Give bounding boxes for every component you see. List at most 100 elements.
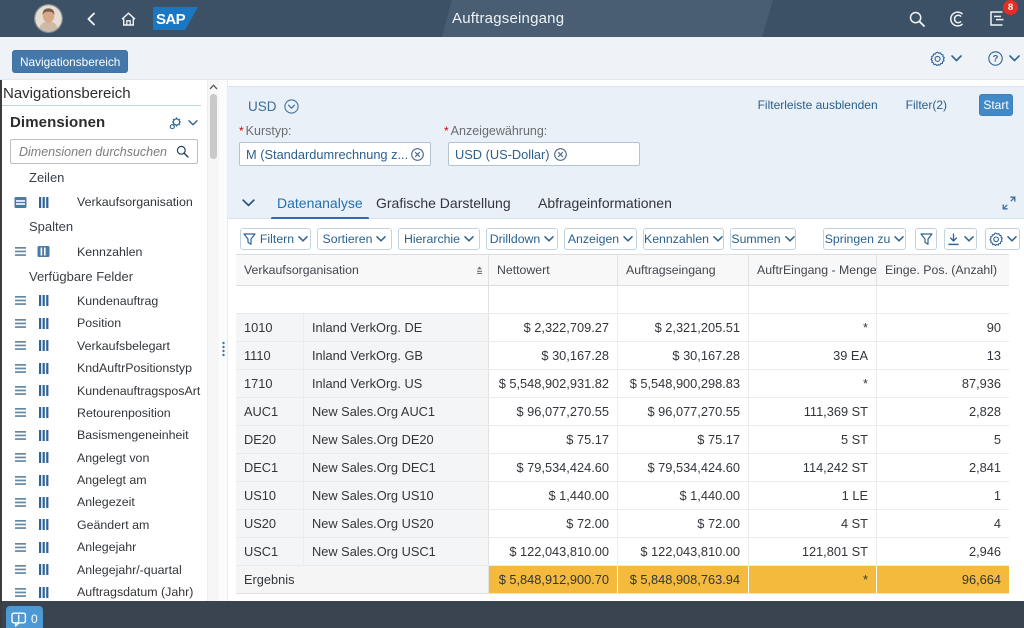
collapse-icon <box>242 199 255 207</box>
kennzahlen-button[interactable]: Kennzahlen <box>643 228 724 250</box>
column-header-auftragseingang[interactable]: Auftragseingang <box>618 255 749 285</box>
scrollbar-thumb[interactable] <box>210 94 217 159</box>
result-nettowert: $ 5,848,912,900.70 <box>489 566 618 593</box>
dimension-item-label: Angelegt von <box>77 451 149 465</box>
anzeigen-button[interactable]: Anzeigen <box>564 228 637 250</box>
dimension-item[interactable]: Verkaufsorganisation <box>0 191 207 213</box>
dimension-item[interactable]: Kennzahlen <box>0 240 207 262</box>
start-button[interactable]: Start <box>979 94 1013 116</box>
column-header-menge[interactable]: AuftrEingang - Menge <box>749 255 877 285</box>
dimension-item-label: Geändert am <box>77 518 149 532</box>
hide-filterbar-link[interactable]: Filterleiste ausblenden <box>758 98 878 112</box>
table-row[interactable]: DE20New Sales.Org DE20$ 75.17$ 75.175 ST… <box>236 426 1009 454</box>
scroll-up-arrow[interactable] <box>209 84 218 90</box>
chevron-down-icon <box>894 236 904 242</box>
cell-auftragseingang: $ 30,167.28 <box>618 342 749 369</box>
filter-icon-button[interactable] <box>915 228 937 250</box>
available-items: KundenauftragPosition Verkaufsbelegart Knd… <box>0 290 207 601</box>
column-header-anzahl[interactable]: Einge. Pos. (Anzahl) <box>877 255 1009 285</box>
sortieren-button[interactable]: Sortieren <box>317 228 392 250</box>
table-row[interactable]: 1110Inland VerkOrg. GB$ 30,167.28$ 30,16… <box>236 342 1009 370</box>
dimension-item[interactable]: Retourenposition <box>0 402 207 424</box>
copilot-button[interactable] <box>948 9 968 29</box>
tab-abfrageinformationen[interactable]: Abfrageinformationen <box>538 186 672 218</box>
messages-button[interactable]: 0 <box>6 606 43 628</box>
chevron-down-icon <box>951 55 962 62</box>
filtern-button[interactable]: Filtern <box>240 228 311 250</box>
dimension-item[interactable]: Verkaufsbelegart <box>0 335 207 357</box>
dimension-item[interactable]: KundenauftragsposArt <box>0 379 207 401</box>
grip-icon <box>221 341 226 357</box>
tab-datenanalyse[interactable]: Datenanalyse <box>277 186 363 218</box>
springen-zu-button[interactable]: Springen zu <box>823 228 906 250</box>
splitter-grip[interactable] <box>221 341 226 357</box>
dimension-item[interactable]: Anlegejahr/-quartal <box>0 558 207 580</box>
collapse-header-button[interactable] <box>242 199 255 207</box>
table-row[interactable]: 1010Inland VerkOrg. DE$ 2,322,709.27$ 2,… <box>236 314 1009 342</box>
dimension-item[interactable]: Auftragsdatum (Jahr) <box>0 581 207 601</box>
dimension-item[interactable]: Kundenauftrag <box>0 290 207 312</box>
chevron-down-icon <box>544 236 554 242</box>
drilldown-button[interactable]: Drilldown <box>486 228 558 250</box>
rows-icon <box>14 317 27 330</box>
fullscreen-button[interactable] <box>1002 196 1016 210</box>
dimension-item[interactable]: Anlegejahr <box>0 536 207 558</box>
table-row[interactable]: USC1New Sales.Org USC1$ 122,043,810.00$ … <box>236 538 1009 566</box>
dimension-collapse-button[interactable] <box>188 120 198 126</box>
dimension-item[interactable]: KndAuftrPositionstyp <box>0 357 207 379</box>
result-anzahl: 96,664 <box>877 566 1009 593</box>
cell-key: DE20 <box>236 426 304 453</box>
column-header-verkaufsorganisation[interactable]: Verkaufsorganisation <box>236 255 489 285</box>
column-header-nettowert[interactable]: Nettowert <box>489 255 618 285</box>
help-menu-button[interactable]: ? <box>988 51 1020 66</box>
shell-header: SAP Auftragseingang 8 <box>0 0 1024 37</box>
kurstyp-input[interactable]: M (Standardumrechnung z... <box>239 142 431 166</box>
sap-logo[interactable]: SAP <box>153 7 199 30</box>
home-button[interactable] <box>120 11 137 27</box>
hierarchie-button[interactable]: Hierarchie <box>398 228 480 250</box>
dimension-item[interactable]: Anlegezeit <box>0 491 207 513</box>
dimension-search-input[interactable]: Dimensionen durchsuchen <box>10 139 198 164</box>
dimension-item-label: Verkaufsbelegart <box>77 339 170 353</box>
filters-link[interactable]: Filter(2) <box>906 98 947 112</box>
decline-icon <box>411 148 424 161</box>
navigation-panel-button[interactable]: Navigationsbereich <box>12 50 128 73</box>
summen-button[interactable]: Summen <box>730 228 796 250</box>
expand-icon <box>1002 196 1016 210</box>
table-row-empty <box>236 286 1009 314</box>
table-row[interactable]: 1710Inland VerkOrg. US$ 5,548,902,931.82… <box>236 370 1009 398</box>
currency-variant[interactable]: USD <box>248 99 277 114</box>
dimension-item[interactable]: Geändert am <box>0 514 207 536</box>
panel-splitter[interactable] <box>219 80 228 601</box>
sap-logo-shape: SAP <box>153 7 199 30</box>
search-placeholder: Dimensionen durchsuchen <box>19 145 176 159</box>
table-settings-button[interactable] <box>985 228 1020 250</box>
dimension-settings-button[interactable] <box>169 117 182 129</box>
cell-auftragseingang: $ 1,440.00 <box>618 482 749 509</box>
table-row[interactable]: US10New Sales.Org US10$ 1,440.00$ 1,440.… <box>236 482 1009 510</box>
notifications-button[interactable]: 8 <box>990 11 1008 26</box>
rows-icon <box>14 429 27 442</box>
settings-menu-button[interactable] <box>930 51 962 66</box>
user-avatar[interactable] <box>35 5 62 32</box>
table-row[interactable]: AUC1New Sales.Org AUC1$ 96,077,270.55$ 9… <box>236 398 1009 426</box>
dimension-item[interactable]: Angelegt am <box>0 469 207 491</box>
export-button[interactable] <box>944 228 977 250</box>
table-row[interactable]: DEC1New Sales.Org DEC1$ 79,534,424.60$ 7… <box>236 454 1009 482</box>
table-row[interactable]: US20New Sales.Org US20$ 72.00$ 72.004 ST… <box>236 510 1009 538</box>
chevron-down-icon <box>1007 236 1017 242</box>
search-button[interactable] <box>908 10 926 28</box>
sidebar-scrollbar[interactable] <box>207 80 219 601</box>
dimension-item[interactable]: Basismengeneinheit <box>0 424 207 446</box>
tab-grafische-darstellung[interactable]: Grafische Darstellung <box>376 186 511 218</box>
required-marker: * <box>239 124 244 138</box>
columns-icon <box>37 518 50 531</box>
back-button[interactable] <box>84 11 98 27</box>
dimension-item[interactable]: Angelegt von <box>0 447 207 469</box>
dimension-item-label: Anlegejahr/-quartal <box>77 563 182 577</box>
variant-select-button[interactable] <box>284 99 299 114</box>
sort-ascending-icon <box>475 266 484 275</box>
cell-key: USC1 <box>236 538 304 565</box>
anzeigewaehrung-input[interactable]: USD (US-Dollar) <box>448 142 640 166</box>
dimension-item[interactable]: Position <box>0 312 207 334</box>
